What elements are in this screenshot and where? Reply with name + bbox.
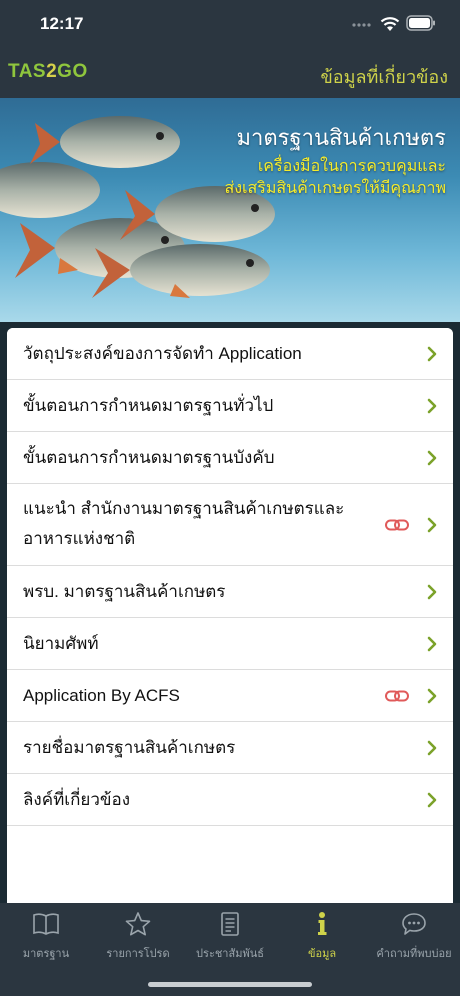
chevron-right-icon [427, 792, 437, 808]
menu-item-label: รายชื่อมาตรฐานสินค้าเกษตร [23, 738, 236, 757]
menu-item-label-line2: อาหารแห่งชาติ [23, 529, 136, 548]
home-indicator [148, 982, 312, 987]
tab-label: ข้อมูล [307, 948, 337, 960]
banner-title: มาตรฐานสินค้าเกษตร [236, 125, 446, 150]
tab-favorites[interactable]: รายการโปรด [92, 909, 184, 969]
page-title: ข้อมูลที่เกี่ยวข้อง [320, 67, 449, 87]
menu-item-agricultural-standards-act[interactable]: พรบ. มาตรฐานสินค้าเกษตร [7, 566, 453, 618]
status-bar: 12:17 [0, 0, 460, 52]
tab-standards[interactable]: มาตรฐาน [0, 909, 92, 969]
menu-item-label: ลิงค์ที่เกี่ยวข้อง [23, 790, 131, 809]
link-icon [385, 519, 409, 531]
menu-item-label: ขั้นตอนการกำหนดมาตรฐานบังคับ [23, 448, 275, 467]
chevron-right-icon [427, 740, 437, 756]
chevron-right-icon [427, 450, 437, 466]
chevron-right-icon [427, 346, 437, 362]
menu-item-application-by-acfs[interactable]: Application By ACFS [7, 670, 453, 722]
chevron-right-icon [427, 584, 437, 600]
chat-icon [402, 913, 426, 935]
tab-label: ประชาสัมพันธ์ [196, 948, 264, 960]
menu-item-glossary[interactable]: นิยามศัพท์ [7, 618, 453, 670]
menu-item-label: พรบ. มาตรฐานสินค้าเกษตร [23, 582, 226, 601]
menu-item-acfs-introduction[interactable]: แนะนำ สำนักงานมาตรฐานสินค้าเกษตรและ อาหา… [7, 484, 453, 566]
chevron-right-icon [427, 688, 437, 704]
tab-label: รายการโปรด [106, 948, 170, 960]
menu-item-standards-list[interactable]: รายชื่อมาตรฐานสินค้าเกษตร [7, 722, 453, 774]
menu-item-label-line1: แนะนำ สำนักงานมาตรฐานสินค้าเกษตรและ [23, 499, 345, 518]
tab-label: มาตรฐาน [22, 948, 70, 960]
menu-item-general-standard-process[interactable]: ขั้นตอนการกำหนดมาตรฐานทั่วไป [7, 380, 453, 432]
battery-icon [406, 15, 435, 31]
document-icon [221, 912, 239, 936]
status-time: 12:17 [40, 14, 84, 33]
tab-info[interactable]: ข้อมูล [276, 909, 368, 969]
info-icon [318, 912, 327, 935]
star-icon [125, 912, 151, 936]
tab-news[interactable]: ประชาสัมพันธ์ [184, 909, 276, 969]
menu-item-label: นิยามศัพท์ [23, 634, 99, 653]
chevron-right-icon [427, 398, 437, 414]
banner-subtitle-line2: ส่งเสริมสินค้าเกษตรให้มีคุณภาพ [224, 180, 446, 197]
menu-item-objective[interactable]: วัตถุประสงค์ของการจัดทำ Application [7, 328, 453, 380]
app-header: TAS2GO ข้อมูลที่เกี่ยวข้อง [0, 52, 460, 98]
banner: มาตรฐานสินค้าเกษตร เครื่องมือในการควบคุม… [0, 98, 460, 322]
menu-item-label: วัตถุประสงค์ของการจัดทำ Application [23, 344, 302, 363]
tab-faq[interactable]: คำถามที่พบบ่อย [368, 909, 460, 969]
wifi-icon [380, 17, 400, 31]
tas2go-logo: TAS2GO [8, 61, 88, 82]
menu-item-related-links[interactable]: ลิงค์ที่เกี่ยวข้อง [7, 774, 453, 826]
chevron-right-icon [427, 517, 437, 533]
menu-item-label: ขั้นตอนการกำหนดมาตรฐานทั่วไป [23, 396, 274, 415]
cellular-signal-icon [352, 23, 371, 27]
menu-item-label: Application By ACFS [23, 686, 180, 705]
chevron-right-icon [427, 636, 437, 652]
menu-list: วัตถุประสงค์ของการจัดทำ Application ขั้น… [7, 328, 453, 903]
link-icon [385, 690, 409, 702]
tab-label: คำถามที่พบบ่อย [376, 948, 452, 960]
book-icon [33, 913, 59, 935]
menu-item-mandatory-standard-process[interactable]: ขั้นตอนการกำหนดมาตรฐานบังคับ [7, 432, 453, 484]
